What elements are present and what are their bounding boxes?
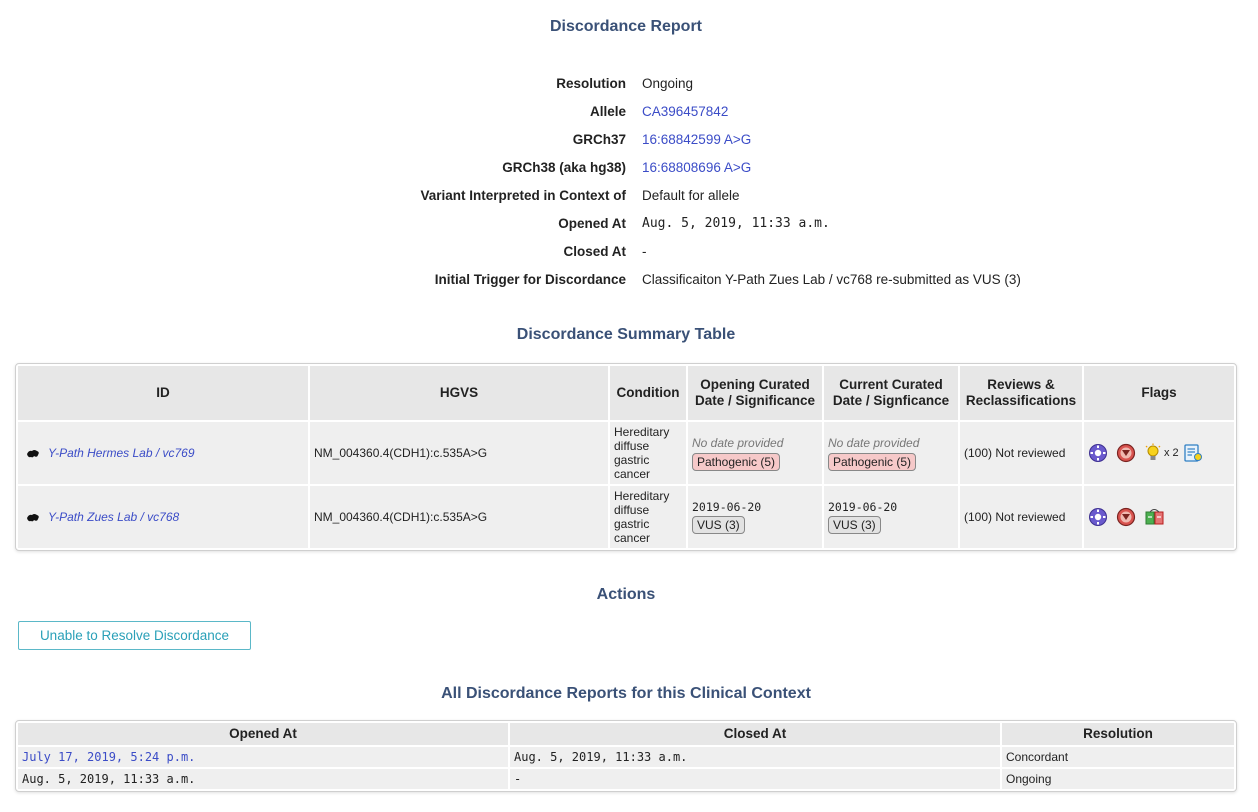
tags-icon[interactable] — [1144, 507, 1166, 527]
col-resolution[interactable]: Resolution — [1002, 723, 1234, 745]
detail-key: Closed At — [563, 244, 626, 259]
table-row[interactable]: Aug. 5, 2019, 11:33 a.m. - Ongoing — [18, 769, 1234, 789]
id-cell: Y-Path Zues Lab / vc768 — [18, 486, 308, 548]
detail-grch38: GRCh38 (aka hg38) 16:68808696 A>G — [0, 160, 1258, 182]
history-table: Opened At Closed At Resolution July 17, … — [16, 721, 1236, 791]
detail-trigger: Initial Trigger for Discordance Classifi… — [0, 272, 1258, 294]
closed-cell: Aug. 5, 2019, 11:33 a.m. — [510, 747, 1000, 767]
opening-date: 2019-06-20 — [692, 500, 762, 514]
detail-opened-at: Opened At Aug. 5, 2019, 11:33 a.m. — [0, 216, 1258, 238]
significance-badge: VUS (3) — [692, 516, 745, 534]
resolution-cell: Ongoing — [1002, 769, 1234, 789]
actions-title: Actions — [596, 586, 656, 603]
flags-cell — [1084, 486, 1234, 548]
closed-cell: - — [510, 769, 1000, 789]
condition-cell: Hereditary diffuse gastric cancer — [610, 486, 686, 548]
classification-link[interactable]: Y-Path Hermes Lab / vc769 — [48, 446, 195, 460]
detail-value: Classificaiton Y-Path Zues Lab / vc768 r… — [642, 272, 1021, 287]
col-opening[interactable]: Opening Curated Date / Significance — [688, 366, 822, 420]
col-reviews[interactable]: Reviews & Reclassifications — [960, 366, 1082, 420]
table-row[interactable]: Y-Path Zues Lab / vc768 NM_004360.4(CDH1… — [18, 486, 1234, 548]
summary-title: Discordance Summary Table — [516, 326, 736, 343]
detail-value: - — [642, 244, 647, 259]
gear-icon[interactable] — [1088, 443, 1108, 463]
flag-count: x 2 — [1164, 447, 1179, 459]
hgvs-cell: NM_004360.4(CDH1):c.535A>G — [310, 422, 608, 484]
summary-table-card: ID HGVS Condition Opening Curated Date /… — [15, 363, 1237, 551]
detail-key: Initial Trigger for Discordance — [434, 272, 626, 287]
detail-grch37: GRCh37 16:68842599 A>G — [0, 132, 1258, 154]
no-entry-icon[interactable] — [1116, 443, 1136, 463]
history-header-row: Opened At Closed At Resolution — [18, 723, 1234, 745]
detail-key: GRCh37 — [572, 132, 626, 147]
classification-link[interactable]: Y-Path Zues Lab / vc768 — [48, 510, 179, 524]
note-icon[interactable] — [1183, 443, 1203, 463]
lightbulb-icon[interactable] — [1144, 443, 1162, 463]
opening-cell: No date provided Pathogenic (5) — [688, 422, 822, 484]
significance-badge: Pathogenic (5) — [692, 453, 781, 471]
reviews-cell: (100) Not reviewed — [960, 486, 1082, 548]
current-cell: 2019-06-20 VUS (3) — [824, 486, 958, 548]
current-cell: No date provided Pathogenic (5) — [824, 422, 958, 484]
gear-icon[interactable] — [1088, 507, 1108, 527]
current-date: 2019-06-20 — [828, 500, 898, 514]
table-row[interactable]: July 17, 2019, 5:24 p.m. Aug. 5, 2019, 1… — [18, 747, 1234, 767]
opening-cell: 2019-06-20 VUS (3) — [688, 486, 822, 548]
col-hgvs[interactable]: HGVS — [310, 366, 608, 420]
grch37-link[interactable]: 16:68842599 A>G — [642, 132, 751, 147]
allele-link[interactable]: CA396457842 — [642, 104, 728, 119]
current-report: Aug. 5, 2019, 11:33 a.m. — [18, 769, 508, 789]
detail-value: Default for allele — [642, 188, 740, 203]
col-current[interactable]: Current Curated Date / Signficance — [824, 366, 958, 420]
detail-key: Variant Interpreted in Context of — [420, 188, 626, 203]
detail-value: Ongoing — [642, 76, 694, 91]
condition-cell: Hereditary diffuse gastric cancer — [610, 422, 686, 484]
col-id[interactable]: ID — [18, 366, 308, 420]
history-table-card: Opened At Closed At Resolution July 17, … — [15, 720, 1237, 792]
detail-resolution: Resolution Ongoing — [0, 76, 1258, 98]
hgvs-cell: NM_004360.4(CDH1):c.535A>G — [310, 486, 608, 548]
detail-allele: Allele CA396457842 — [0, 104, 1258, 126]
detail-key: Resolution — [556, 76, 626, 91]
globe-icon — [27, 513, 39, 522]
globe-icon — [27, 449, 39, 458]
current-date: No date provided — [828, 436, 920, 450]
history-title: All Discordance Reports for this Clinica… — [441, 685, 811, 702]
col-flags[interactable]: Flags — [1084, 366, 1234, 420]
col-closed-at[interactable]: Closed At — [510, 723, 1000, 745]
unable-to-resolve-button[interactable]: Unable to Resolve Discordance — [18, 621, 251, 650]
significance-badge: Pathogenic (5) — [828, 453, 917, 471]
reviews-cell: (100) Not reviewed — [960, 422, 1082, 484]
detail-key: GRCh38 (aka hg38) — [502, 160, 626, 175]
resolution-cell: Concordant — [1002, 747, 1234, 767]
table-row[interactable]: Y-Path Hermes Lab / vc769 NM_004360.4(CD… — [18, 422, 1234, 484]
page-title: Discordance Report — [549, 18, 703, 35]
grch38-link[interactable]: 16:68808696 A>G — [642, 160, 751, 175]
significance-badge: VUS (3) — [828, 516, 881, 534]
detail-key: Allele — [589, 104, 626, 119]
summary-header-row: ID HGVS Condition Opening Curated Date /… — [18, 366, 1234, 420]
col-opened-at[interactable]: Opened At — [18, 723, 508, 745]
detail-value: Aug. 5, 2019, 11:33 a.m. — [642, 216, 830, 231]
no-entry-icon[interactable] — [1116, 507, 1136, 527]
id-cell: Y-Path Hermes Lab / vc769 — [18, 422, 308, 484]
summary-table: ID HGVS Condition Opening Curated Date /… — [16, 364, 1236, 550]
detail-context: Variant Interpreted in Context of Defaul… — [0, 188, 1258, 210]
flags-cell: x 2 — [1084, 422, 1234, 484]
opening-date: No date provided — [692, 436, 784, 450]
report-link[interactable]: July 17, 2019, 5:24 p.m. — [18, 747, 508, 767]
col-condition[interactable]: Condition — [610, 366, 686, 420]
detail-closed-at: Closed At - — [0, 244, 1258, 266]
detail-key: Opened At — [558, 216, 626, 231]
